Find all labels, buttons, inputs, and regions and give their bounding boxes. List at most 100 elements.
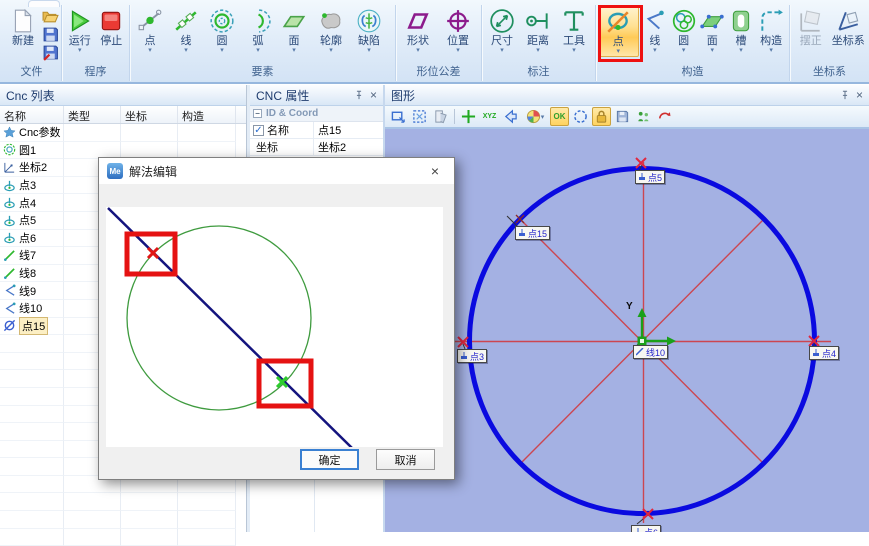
construct-construct-button[interactable]: 构造 ▾ [755, 6, 787, 55]
ribbon-group-program: 运行 ▾ 停止 程序 [62, 5, 130, 81]
construct-line-button[interactable]: 线 ▾ [641, 6, 670, 55]
item-label: 线7 [19, 247, 36, 263]
circle-feature-icon [209, 8, 235, 34]
ribbon-group-elements: 点 ▾ 线 ▾ 圆 ▾ 弧 ▾ [130, 5, 396, 81]
dimension-button[interactable]: 尺寸 ▾ [484, 6, 520, 55]
chevron-down-icon: ▾ [416, 48, 420, 55]
button-label: 运行 [69, 34, 91, 48]
construct-point-button[interactable]: 点 ▾ [598, 6, 639, 57]
circle-toggle[interactable] [571, 107, 590, 126]
graphics-canvas[interactable]: Y X 点5 点15 点3 点4 线10 点6 [385, 129, 869, 532]
property-value[interactable]: 点15 [314, 122, 383, 138]
close-icon[interactable]: × [424, 163, 446, 179]
close-icon[interactable]: × [370, 90, 377, 100]
button-label: 圆 [217, 34, 228, 48]
crosshair-button[interactable] [459, 107, 478, 126]
ok-button[interactable]: 确定 [300, 449, 359, 470]
run-button[interactable]: 运行 ▾ [64, 6, 96, 55]
pin-icon[interactable] [840, 90, 850, 100]
construct-slot-button[interactable]: 槽 ▾ [727, 6, 756, 55]
dashed-circle-icon [573, 109, 588, 124]
section-id-coord[interactable]: − ID & Coord [250, 106, 383, 122]
element-point-button[interactable]: 点 ▾ [132, 6, 168, 55]
element-arc-button[interactable]: 弧 ▾ [240, 6, 276, 55]
button-label: 点 [613, 35, 624, 49]
distance-button[interactable]: 距离 ▾ [520, 6, 556, 55]
open-folder-icon[interactable] [42, 8, 59, 25]
ok-toggle[interactable]: OK [550, 107, 569, 126]
group-label-csys: 坐标系 [790, 63, 869, 79]
column-name[interactable]: 名称 [0, 106, 64, 123]
element-contour-button[interactable]: 轮廓 ▾ [312, 6, 350, 55]
point-feature-icon [137, 8, 163, 34]
property-row-coord[interactable]: 坐标 坐标2 [250, 139, 383, 156]
column-type[interactable]: 类型 [64, 106, 121, 123]
solution-preview-canvas[interactable] [106, 207, 443, 447]
new-file-button[interactable]: 新建 [4, 6, 42, 48]
properties-title: CNC 属性 [256, 87, 309, 104]
chevron-down-icon: ▾ [541, 113, 545, 121]
line-icon [3, 249, 16, 262]
property-row-name[interactable]: ✓名称 点15 [250, 122, 383, 139]
element-circle-button[interactable]: 圆 ▾ [204, 6, 240, 55]
save-as-icon[interactable] [42, 44, 59, 61]
dialog-titlebar[interactable]: Me 解法编辑 × [99, 158, 454, 184]
construct-circle-button[interactable]: 圆 ▾ [669, 6, 698, 55]
lock-toggle[interactable] [592, 107, 611, 126]
app-icon: Me [107, 163, 123, 179]
marker-label-point3[interactable]: 点3 [457, 349, 487, 363]
shape-tolerance-button[interactable]: 形状 ▾ [398, 6, 438, 55]
fit-view-button[interactable] [410, 107, 429, 126]
chevron-down-icon: ▾ [653, 48, 657, 55]
marker-label-point5[interactable]: 点5 [635, 170, 665, 184]
point-icon [3, 179, 16, 192]
property-value[interactable]: 坐标2 [314, 139, 383, 155]
page-flip-icon [433, 109, 448, 124]
markers-button[interactable] [634, 107, 653, 126]
csys-button[interactable]: 坐标系 [830, 6, 868, 48]
export-image-button[interactable] [431, 107, 450, 126]
element-defect-button[interactable]: 缺陷 ▾ [350, 6, 388, 55]
element-plane-button[interactable]: 面 ▾ [276, 6, 312, 55]
align-button[interactable]: 摆正 [792, 6, 830, 48]
cancel-button[interactable]: 取消 [376, 449, 435, 470]
y-axis-label: Y [626, 301, 633, 312]
shape-tolerance-icon [405, 8, 431, 34]
chevron-down-icon: ▾ [78, 48, 82, 55]
list-item-cnc-params[interactable]: Cnc参数 [0, 124, 246, 142]
collapse-icon[interactable]: − [253, 109, 262, 118]
select-arrow-button[interactable] [501, 107, 520, 126]
tool-text-icon [561, 8, 587, 34]
save-icon[interactable] [42, 26, 59, 43]
graphics-header: 图形 × [385, 85, 869, 106]
position-tolerance-icon [445, 8, 471, 34]
group-label-elements: 要素 [130, 63, 395, 79]
chevron-down-icon: ▾ [292, 48, 296, 55]
column-coord[interactable]: 坐标 [121, 106, 178, 123]
color-picker-button[interactable]: ▾ [522, 107, 548, 126]
construct-plane-button[interactable]: 面 ▾ [698, 6, 727, 55]
xyz-button[interactable]: XYZ [480, 107, 499, 126]
position-tolerance-button[interactable]: 位置 ▾ [438, 6, 478, 55]
stop-button[interactable]: 停止 [96, 6, 128, 48]
marker-label-point4[interactable]: 点4 [809, 346, 839, 360]
rotate-view-button[interactable] [655, 107, 674, 126]
marker-label-point15[interactable]: 点15 [515, 226, 550, 240]
close-icon[interactable]: × [856, 90, 863, 100]
item-label-selected: 点15 [19, 317, 48, 335]
save-view-button[interactable] [613, 107, 632, 126]
checkbox-checked[interactable]: ✓ [253, 125, 264, 136]
element-line-button[interactable]: 线 ▾ [168, 6, 204, 55]
tool-button[interactable]: 工具 ▾ [556, 6, 592, 55]
marker-label-line10[interactable]: 线10 [633, 345, 668, 359]
column-construct[interactable]: 构造 [178, 106, 236, 123]
marker-label-point6[interactable]: 点6 [631, 525, 661, 532]
button-label: 新建 [12, 34, 34, 48]
marker-label-text: 点6 [644, 526, 658, 533]
zoom-window-button[interactable] [389, 107, 408, 126]
parameters-icon [3, 126, 16, 139]
construct-plane-icon [699, 8, 725, 34]
ribbon-group-annotation: 尺寸 ▾ 距离 ▾ 工具 ▾ 标注 [482, 5, 596, 81]
measurement-drawing [385, 129, 869, 532]
pin-icon[interactable] [354, 90, 364, 100]
